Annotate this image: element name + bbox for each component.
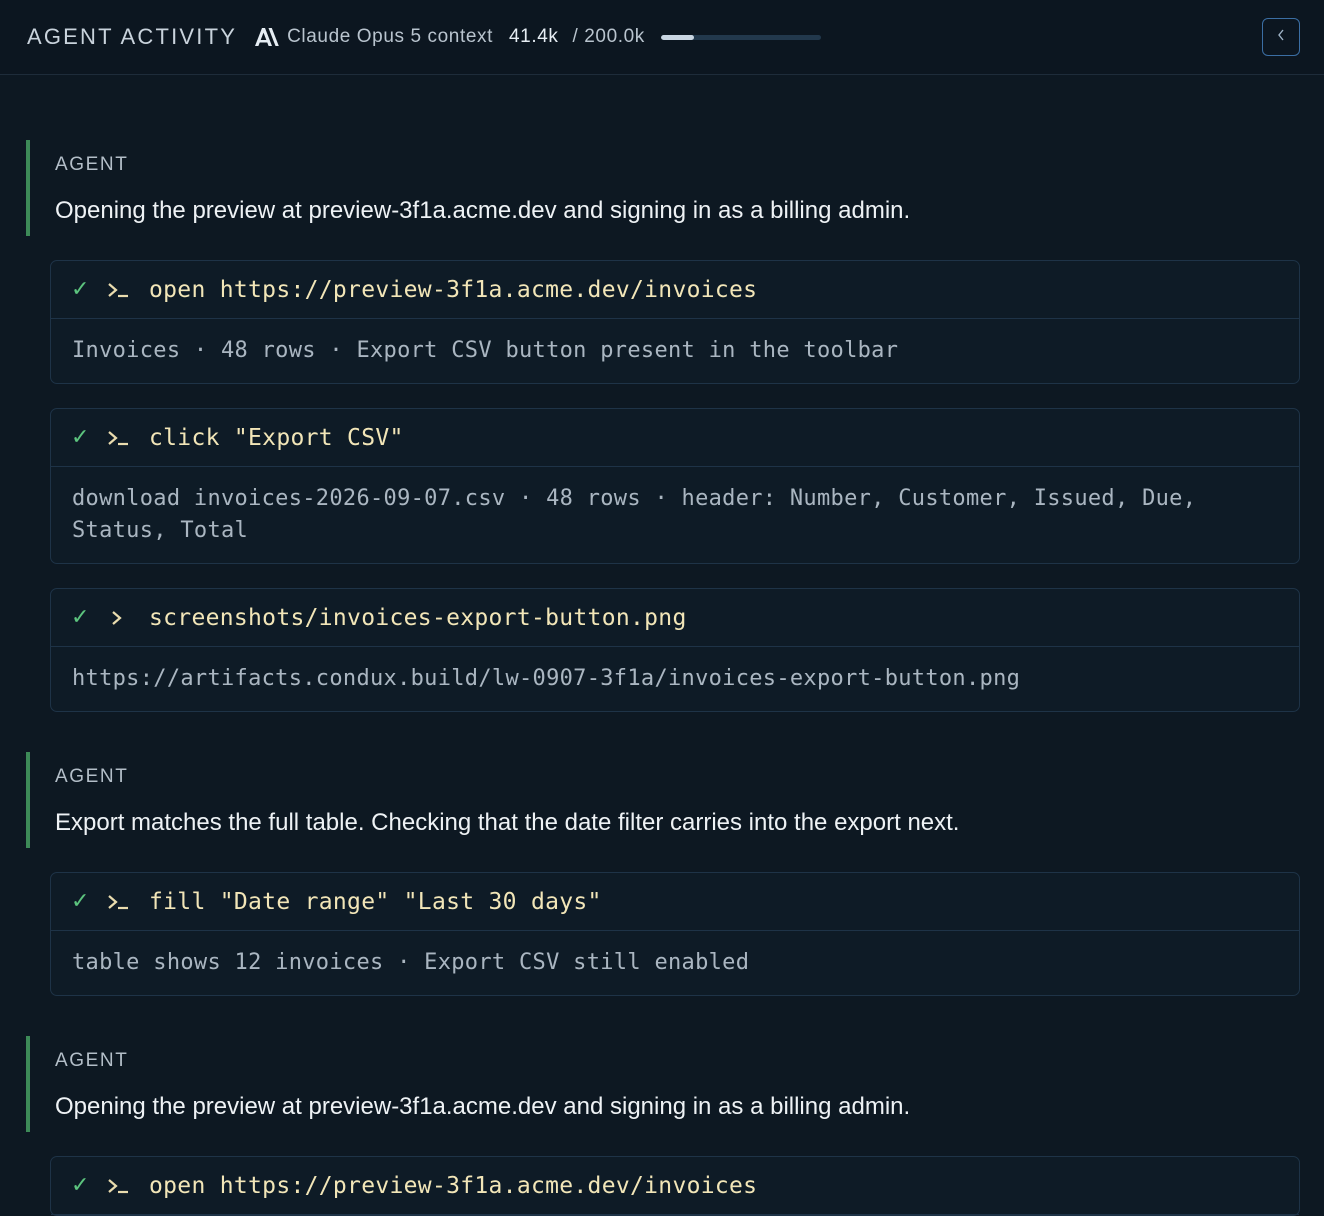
tool-command: fill "Date range" "Last 30 days": [149, 888, 602, 915]
context-progress-bar: [660, 34, 821, 40]
terminal-prompt-icon: [107, 1177, 135, 1195]
context-progress-fill: [660, 34, 694, 40]
context-total: / 200.0k: [572, 26, 645, 47]
tool-call-header[interactable]: ✓ click "Export CSV": [51, 409, 1299, 467]
agent-message-text: Opening the preview at preview-3f1a.acme…: [55, 1093, 911, 1120]
tool-call[interactable]: ✓ screenshots/invoices-export-button.png…: [50, 588, 1300, 712]
agent-label: AGENT: [55, 766, 129, 787]
chevron-right-icon: [107, 609, 135, 627]
tool-call[interactable]: ✓ click "Export CSV" download invoices-2…: [50, 408, 1300, 564]
tool-output: download invoices-2026-09-07.csv · 48 ro…: [72, 486, 1197, 543]
terminal-prompt-icon: [107, 893, 135, 911]
tool-output: table shows 12 invoices · Export CSV sti…: [72, 950, 750, 975]
check-icon: ✓: [71, 425, 90, 450]
tool-call[interactable]: ✓ open https://preview-3f1a.acme.dev/inv…: [50, 260, 1300, 384]
check-icon: ✓: [71, 605, 90, 630]
agent-label: AGENT: [55, 154, 129, 175]
context-used: 41.4k: [509, 26, 559, 47]
tool-call-header[interactable]: ✓ open https://preview-3f1a.acme.dev/inv…: [51, 261, 1299, 319]
agent-message-text: Export matches the full table. Checking …: [55, 809, 960, 836]
panel-title: AGENT ACTIVITY: [27, 24, 238, 49]
tool-command: open https://preview-3f1a.acme.dev/invoi…: [149, 276, 758, 303]
check-icon: ✓: [71, 277, 90, 302]
activity-feed: AGENT Opening the preview at preview-3f1…: [26, 140, 1300, 1216]
tool-call[interactable]: ✓ fill "Date range" "Last 30 days" table…: [50, 872, 1300, 996]
chevron-left-icon: [1276, 28, 1286, 47]
tool-call-header[interactable]: ✓ screenshots/invoices-export-button.png: [51, 589, 1299, 647]
tool-command: click "Export CSV": [149, 424, 404, 451]
agent-message: AGENT Opening the preview at preview-3f1…: [26, 1036, 1300, 1132]
activity-header: AGENT ACTIVITY Claude Opus 5 context 41.…: [0, 0, 1324, 75]
check-icon: ✓: [71, 889, 90, 914]
agent-message-text: Opening the preview at preview-3f1a.acme…: [55, 197, 911, 224]
terminal-prompt-icon: [107, 429, 135, 447]
tool-output: https://artifacts.condux.build/lw-0907-3…: [72, 666, 1021, 691]
terminal-prompt-icon: [107, 281, 135, 299]
check-icon: ✓: [71, 1173, 90, 1198]
tool-call-header[interactable]: ✓ fill "Date range" "Last 30 days": [51, 873, 1299, 931]
tool-output: Invoices · 48 rows · Export CSV button p…: [72, 338, 899, 363]
tool-command: open https://preview-3f1a.acme.dev/invoi…: [149, 1172, 758, 1199]
agent-message: AGENT Export matches the full table. Che…: [26, 752, 1300, 848]
agent-label: AGENT: [55, 1050, 129, 1071]
tool-command: screenshots/invoices-export-button.png: [149, 604, 687, 631]
tool-call[interactable]: ✓ open https://preview-3f1a.acme.dev/inv…: [50, 1156, 1300, 1216]
model-name: Claude Opus 5 context: [287, 26, 493, 47]
agent-message: AGENT Opening the preview at preview-3f1…: [26, 140, 1300, 236]
anthropic-logo-icon: [255, 28, 279, 46]
collapse-panel-button[interactable]: [1262, 18, 1300, 56]
tool-call-header[interactable]: ✓ open https://preview-3f1a.acme.dev/inv…: [51, 1157, 1299, 1215]
